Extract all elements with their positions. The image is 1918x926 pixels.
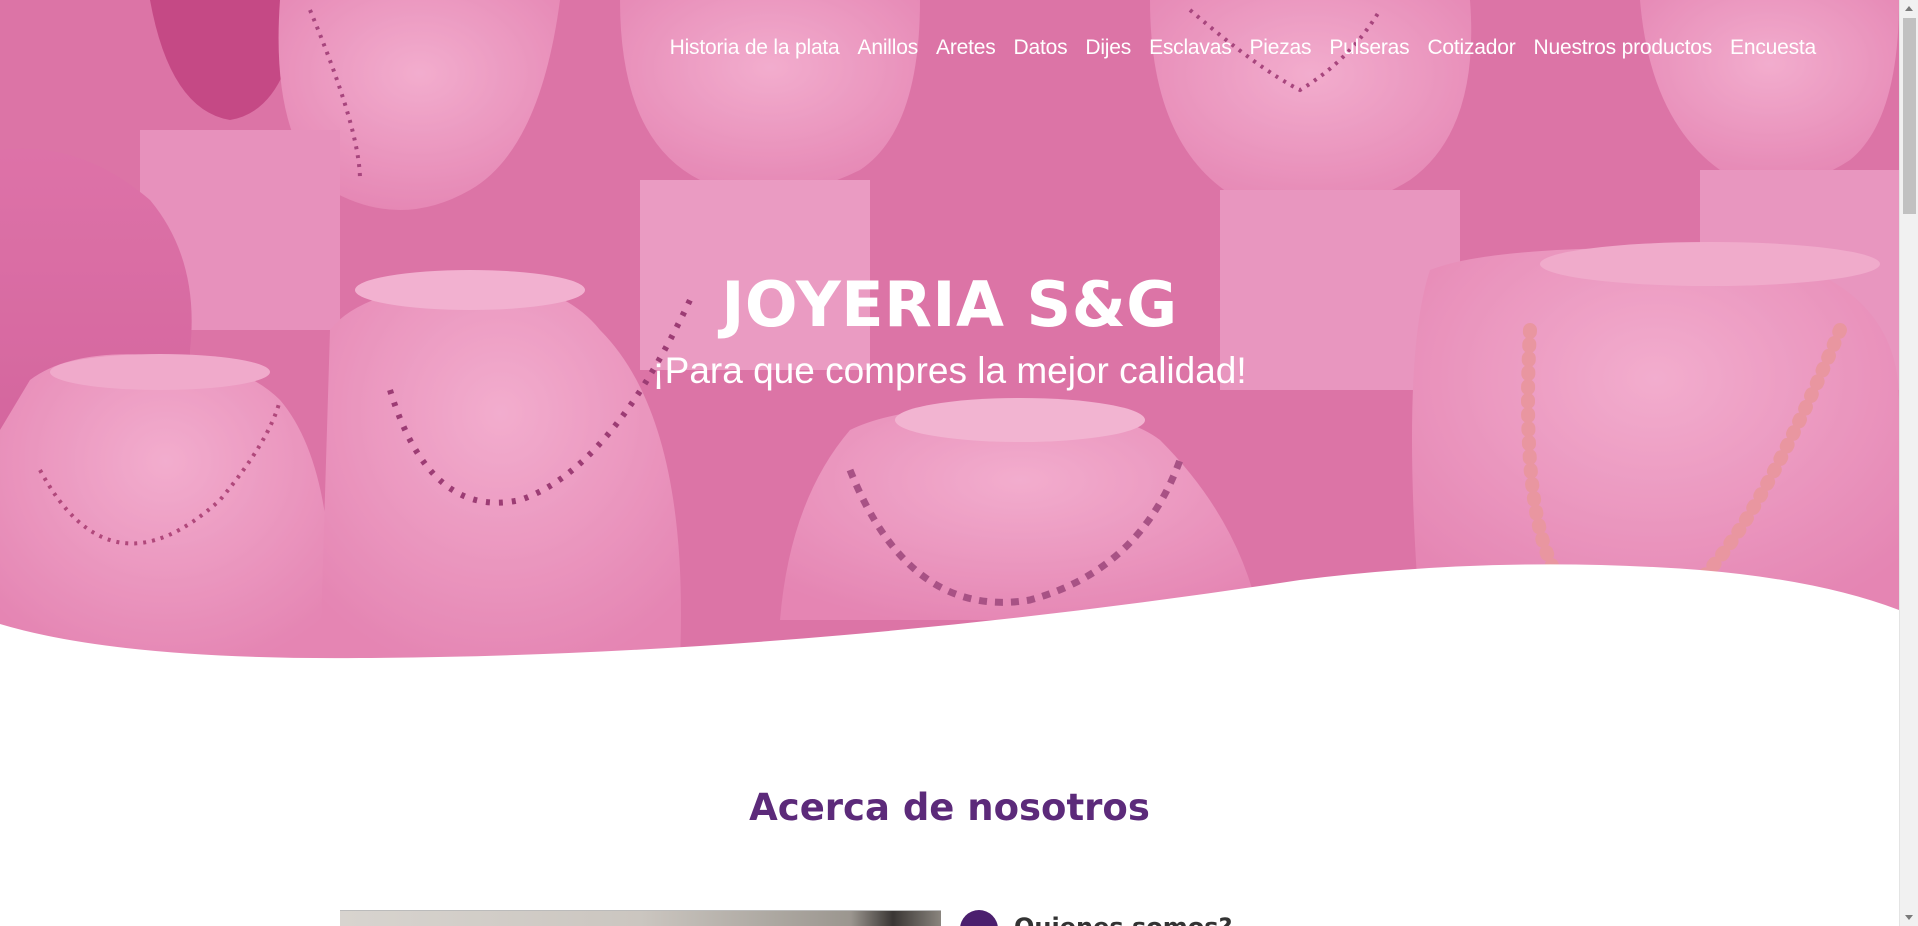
arrow-down-icon: [1905, 915, 1913, 920]
hero-banner: Historia de la plata Anillos Aretes Dato…: [0, 0, 1899, 660]
nav-nuestros-productos[interactable]: Nuestros productos: [1525, 36, 1722, 60]
nav-pulseras[interactable]: Pulseras: [1320, 36, 1418, 60]
nav-historia-de-la-plata[interactable]: Historia de la plata: [661, 36, 849, 60]
step-heading: Quienes somos?: [1014, 912, 1234, 926]
nav-encuesta[interactable]: Encuesta: [1721, 36, 1825, 60]
nav-piezas[interactable]: Piezas: [1241, 36, 1321, 60]
arrow-up-icon: [1905, 6, 1913, 11]
hero-title: JOYERIA S&G: [721, 268, 1178, 341]
nav-cotizador[interactable]: Cotizador: [1418, 36, 1524, 60]
scroll-thumb[interactable]: [1903, 18, 1916, 214]
nav-esclavas[interactable]: Esclavas: [1140, 36, 1240, 60]
nav-datos[interactable]: Datos: [1005, 36, 1077, 60]
nav-anillos[interactable]: Anillos: [849, 36, 927, 60]
hero-subtitle: ¡Para que compres la mejor calidad!: [652, 350, 1247, 391]
nav-aretes[interactable]: Aretes: [927, 36, 1005, 60]
main-navigation: Historia de la plata Anillos Aretes Dato…: [661, 36, 1825, 60]
about-section-title: Acerca de nosotros: [749, 786, 1150, 829]
step-number-badge: [960, 910, 998, 926]
about-photo: [340, 910, 941, 926]
scroll-down-button[interactable]: [1900, 909, 1918, 926]
page: Historia de la plata Anillos Aretes Dato…: [0, 0, 1899, 926]
scroll-up-button[interactable]: [1900, 0, 1918, 17]
hero-wave-divider: [0, 564, 1899, 660]
vertical-scrollbar[interactable]: [1899, 0, 1918, 926]
nav-dijes[interactable]: Dijes: [1076, 36, 1140, 60]
